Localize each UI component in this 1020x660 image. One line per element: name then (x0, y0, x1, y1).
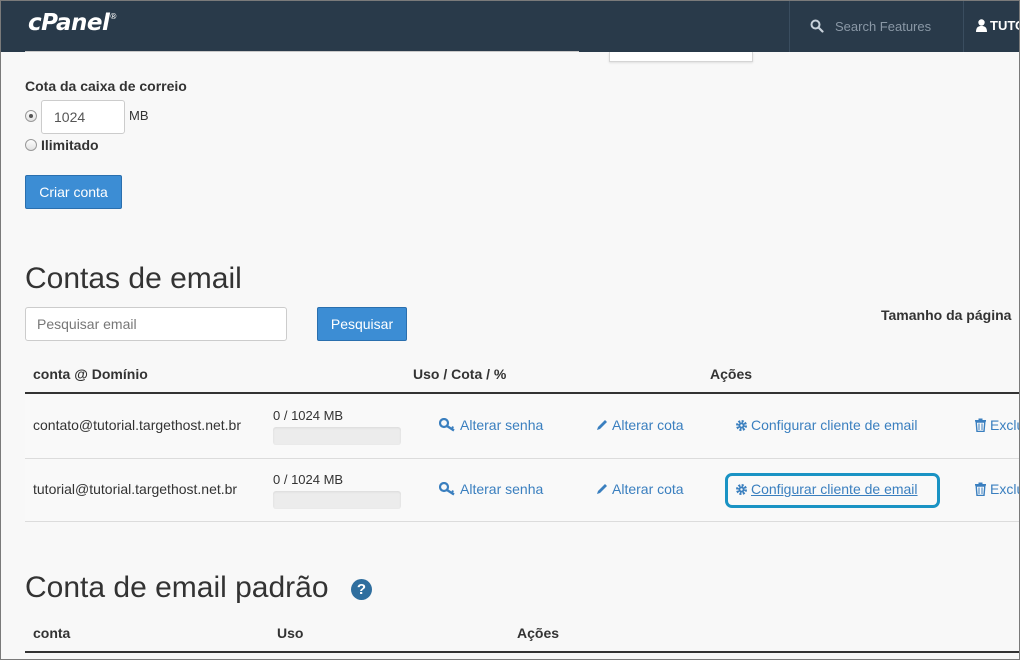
cpanel-window: cPanel® Search Features TUTO Cota da cai… (0, 0, 1020, 660)
usage-progress-bar (273, 491, 401, 509)
trash-icon (975, 482, 986, 497)
key-icon (438, 481, 455, 496)
column-header-account[interactable]: conta @ Domínio (33, 366, 148, 382)
quota-limited-radio[interactable] (25, 110, 37, 122)
key-icon (438, 417, 455, 432)
quota-unit: MB (129, 108, 149, 123)
pencil-icon (597, 420, 607, 430)
user-icon (976, 19, 987, 32)
pencil-icon (597, 484, 607, 494)
column-header-actions: Ações (710, 366, 753, 382)
quota-unlimited-radio[interactable] (25, 139, 37, 151)
change-password-link[interactable]: Alterar senha (438, 481, 543, 497)
account-usage: 0 / 1024 MB (273, 472, 344, 487)
feature-search[interactable]: Search Features (789, 1, 964, 52)
gear-icon (736, 420, 747, 431)
partial-button[interactable] (609, 52, 753, 62)
unlimited-label[interactable]: Ilimitado (41, 137, 99, 153)
email-accounts-title: Contas de email (25, 262, 242, 295)
account-usage: 0 / 1024 MB (273, 408, 344, 423)
delete-account-link[interactable]: Exclu (974, 417, 1019, 433)
user-menu[interactable]: TUTO (976, 18, 1019, 33)
usage-progress-bar (273, 427, 401, 445)
column-header-usage[interactable]: Uso / Cota / % (413, 366, 506, 382)
highlight-box (725, 473, 940, 508)
search-button[interactable]: Pesquisar (317, 307, 407, 341)
search-email-input[interactable]: Pesquisar email (25, 307, 287, 341)
account-email: contato@tutorial.targethost.net.br (33, 417, 241, 433)
quota-input[interactable]: 1024 (41, 100, 125, 134)
column-header-account: conta (33, 625, 71, 641)
page-size-label: Tamanho da página (881, 307, 1012, 323)
quota-label: Cota da caixa de correio (25, 78, 187, 94)
search-icon (810, 19, 824, 33)
account-email: tutorial@tutorial.targethost.net.br (33, 481, 238, 497)
divider (25, 51, 579, 52)
table-header-divider (25, 651, 1019, 653)
trash-icon (975, 418, 986, 433)
delete-account-link[interactable]: Exclu (974, 481, 1019, 497)
feature-search-input[interactable]: Search Features (835, 19, 931, 34)
create-account-button[interactable]: Criar conta (25, 175, 122, 209)
change-password-link[interactable]: Alterar senha (438, 417, 543, 433)
change-quota-link[interactable]: Alterar cota (595, 481, 684, 497)
user-name: TUTO (990, 18, 1019, 33)
help-icon[interactable]: ? (351, 579, 372, 600)
column-header-actions: Ações (517, 625, 560, 641)
top-navigation-bar: cPanel® Search Features TUTO (1, 1, 1019, 52)
default-account-title: Conta de email padrão (25, 571, 329, 604)
column-header-usage: Uso (277, 625, 304, 641)
change-quota-link[interactable]: Alterar cota (595, 417, 684, 433)
configure-email-client-link[interactable]: Configurar cliente de email (735, 417, 918, 433)
row-divider (25, 521, 1019, 522)
cpanel-logo[interactable]: cPanel® (28, 10, 117, 36)
